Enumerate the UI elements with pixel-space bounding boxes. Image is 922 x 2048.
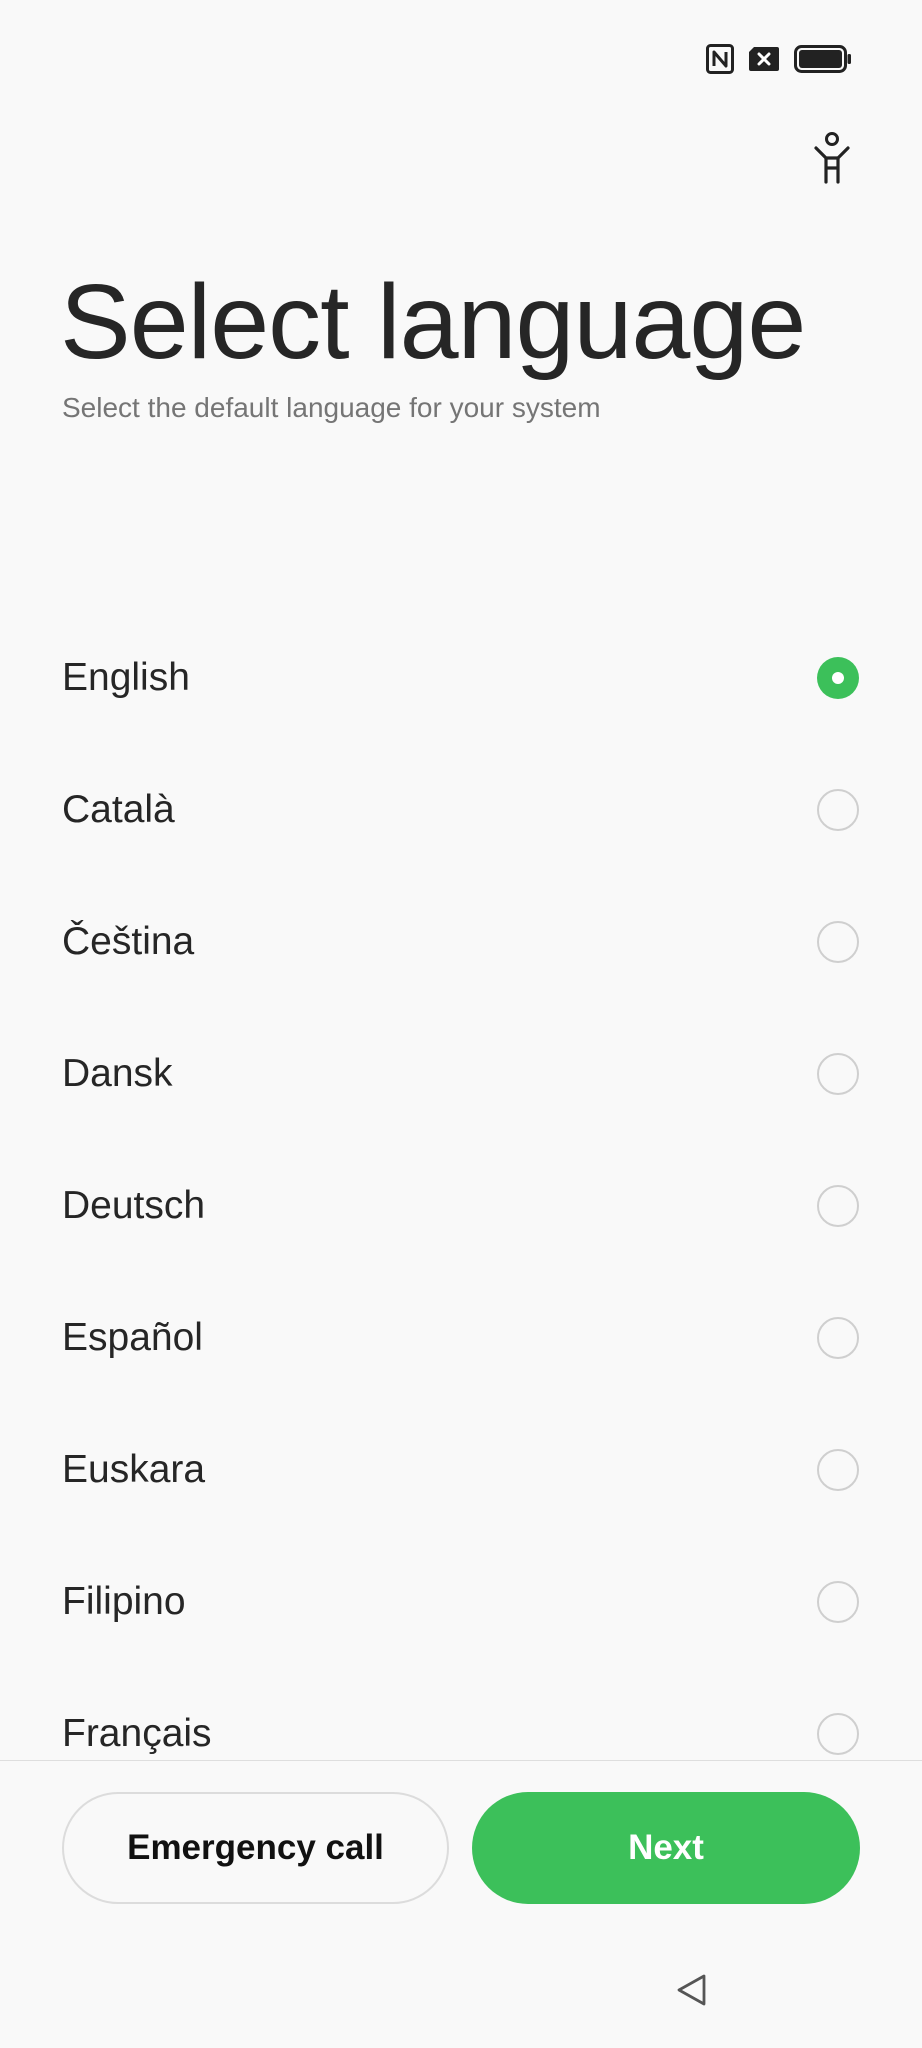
radio-button[interactable] <box>817 657 859 699</box>
language-label: Dansk <box>62 1052 173 1095</box>
language-item-dansk[interactable]: Dansk <box>0 1008 922 1140</box>
language-label: English <box>62 656 190 699</box>
status-bar <box>706 42 852 76</box>
language-label: Deutsch <box>62 1184 206 1227</box>
language-item-filipino[interactable]: Filipino <box>0 1536 922 1668</box>
radio-button[interactable] <box>817 1317 859 1359</box>
page-title: Select language <box>60 263 806 381</box>
radio-button[interactable] <box>817 921 859 963</box>
accessibility-button[interactable] <box>810 131 854 189</box>
no-sim-icon <box>748 46 780 72</box>
language-item-euskara[interactable]: Euskara <box>0 1404 922 1536</box>
language-label: Español <box>62 1316 203 1359</box>
next-label: Next <box>628 1828 704 1867</box>
language-item-francais[interactable]: Français <box>0 1668 922 1760</box>
language-label: Français <box>62 1712 212 1755</box>
language-setup-screen: Select language Select the default langu… <box>0 0 922 2048</box>
language-item-cestina[interactable]: Čeština <box>0 876 922 1008</box>
language-label: Euskara <box>62 1448 206 1491</box>
language-item-english[interactable]: English <box>0 612 922 744</box>
emergency-call-button[interactable]: Emergency call <box>62 1792 449 1904</box>
language-list[interactable]: English Català Čeština Dansk Deutsch Esp… <box>0 612 922 1760</box>
accessibility-icon <box>814 131 850 189</box>
language-item-catala[interactable]: Català <box>0 744 922 876</box>
radio-button[interactable] <box>817 1053 859 1095</box>
language-item-deutsch[interactable]: Deutsch <box>0 1140 922 1272</box>
back-triangle-icon <box>675 1973 709 2012</box>
emergency-call-label: Emergency call <box>127 1828 384 1867</box>
radio-button[interactable] <box>817 1581 859 1623</box>
page-subtitle: Select the default language for your sys… <box>62 392 601 423</box>
nav-back-button[interactable] <box>672 1972 712 2012</box>
bottom-divider <box>0 1760 922 1761</box>
radio-button[interactable] <box>817 789 859 831</box>
radio-button[interactable] <box>817 1449 859 1491</box>
language-item-espanol[interactable]: Español <box>0 1272 922 1404</box>
language-label: Català <box>62 788 175 831</box>
next-button[interactable]: Next <box>472 1792 860 1904</box>
radio-button[interactable] <box>817 1713 859 1755</box>
language-label: Filipino <box>62 1580 186 1623</box>
radio-button[interactable] <box>817 1185 859 1227</box>
language-label: Čeština <box>62 920 195 963</box>
nfc-icon <box>706 44 734 74</box>
battery-full-icon <box>794 45 852 73</box>
